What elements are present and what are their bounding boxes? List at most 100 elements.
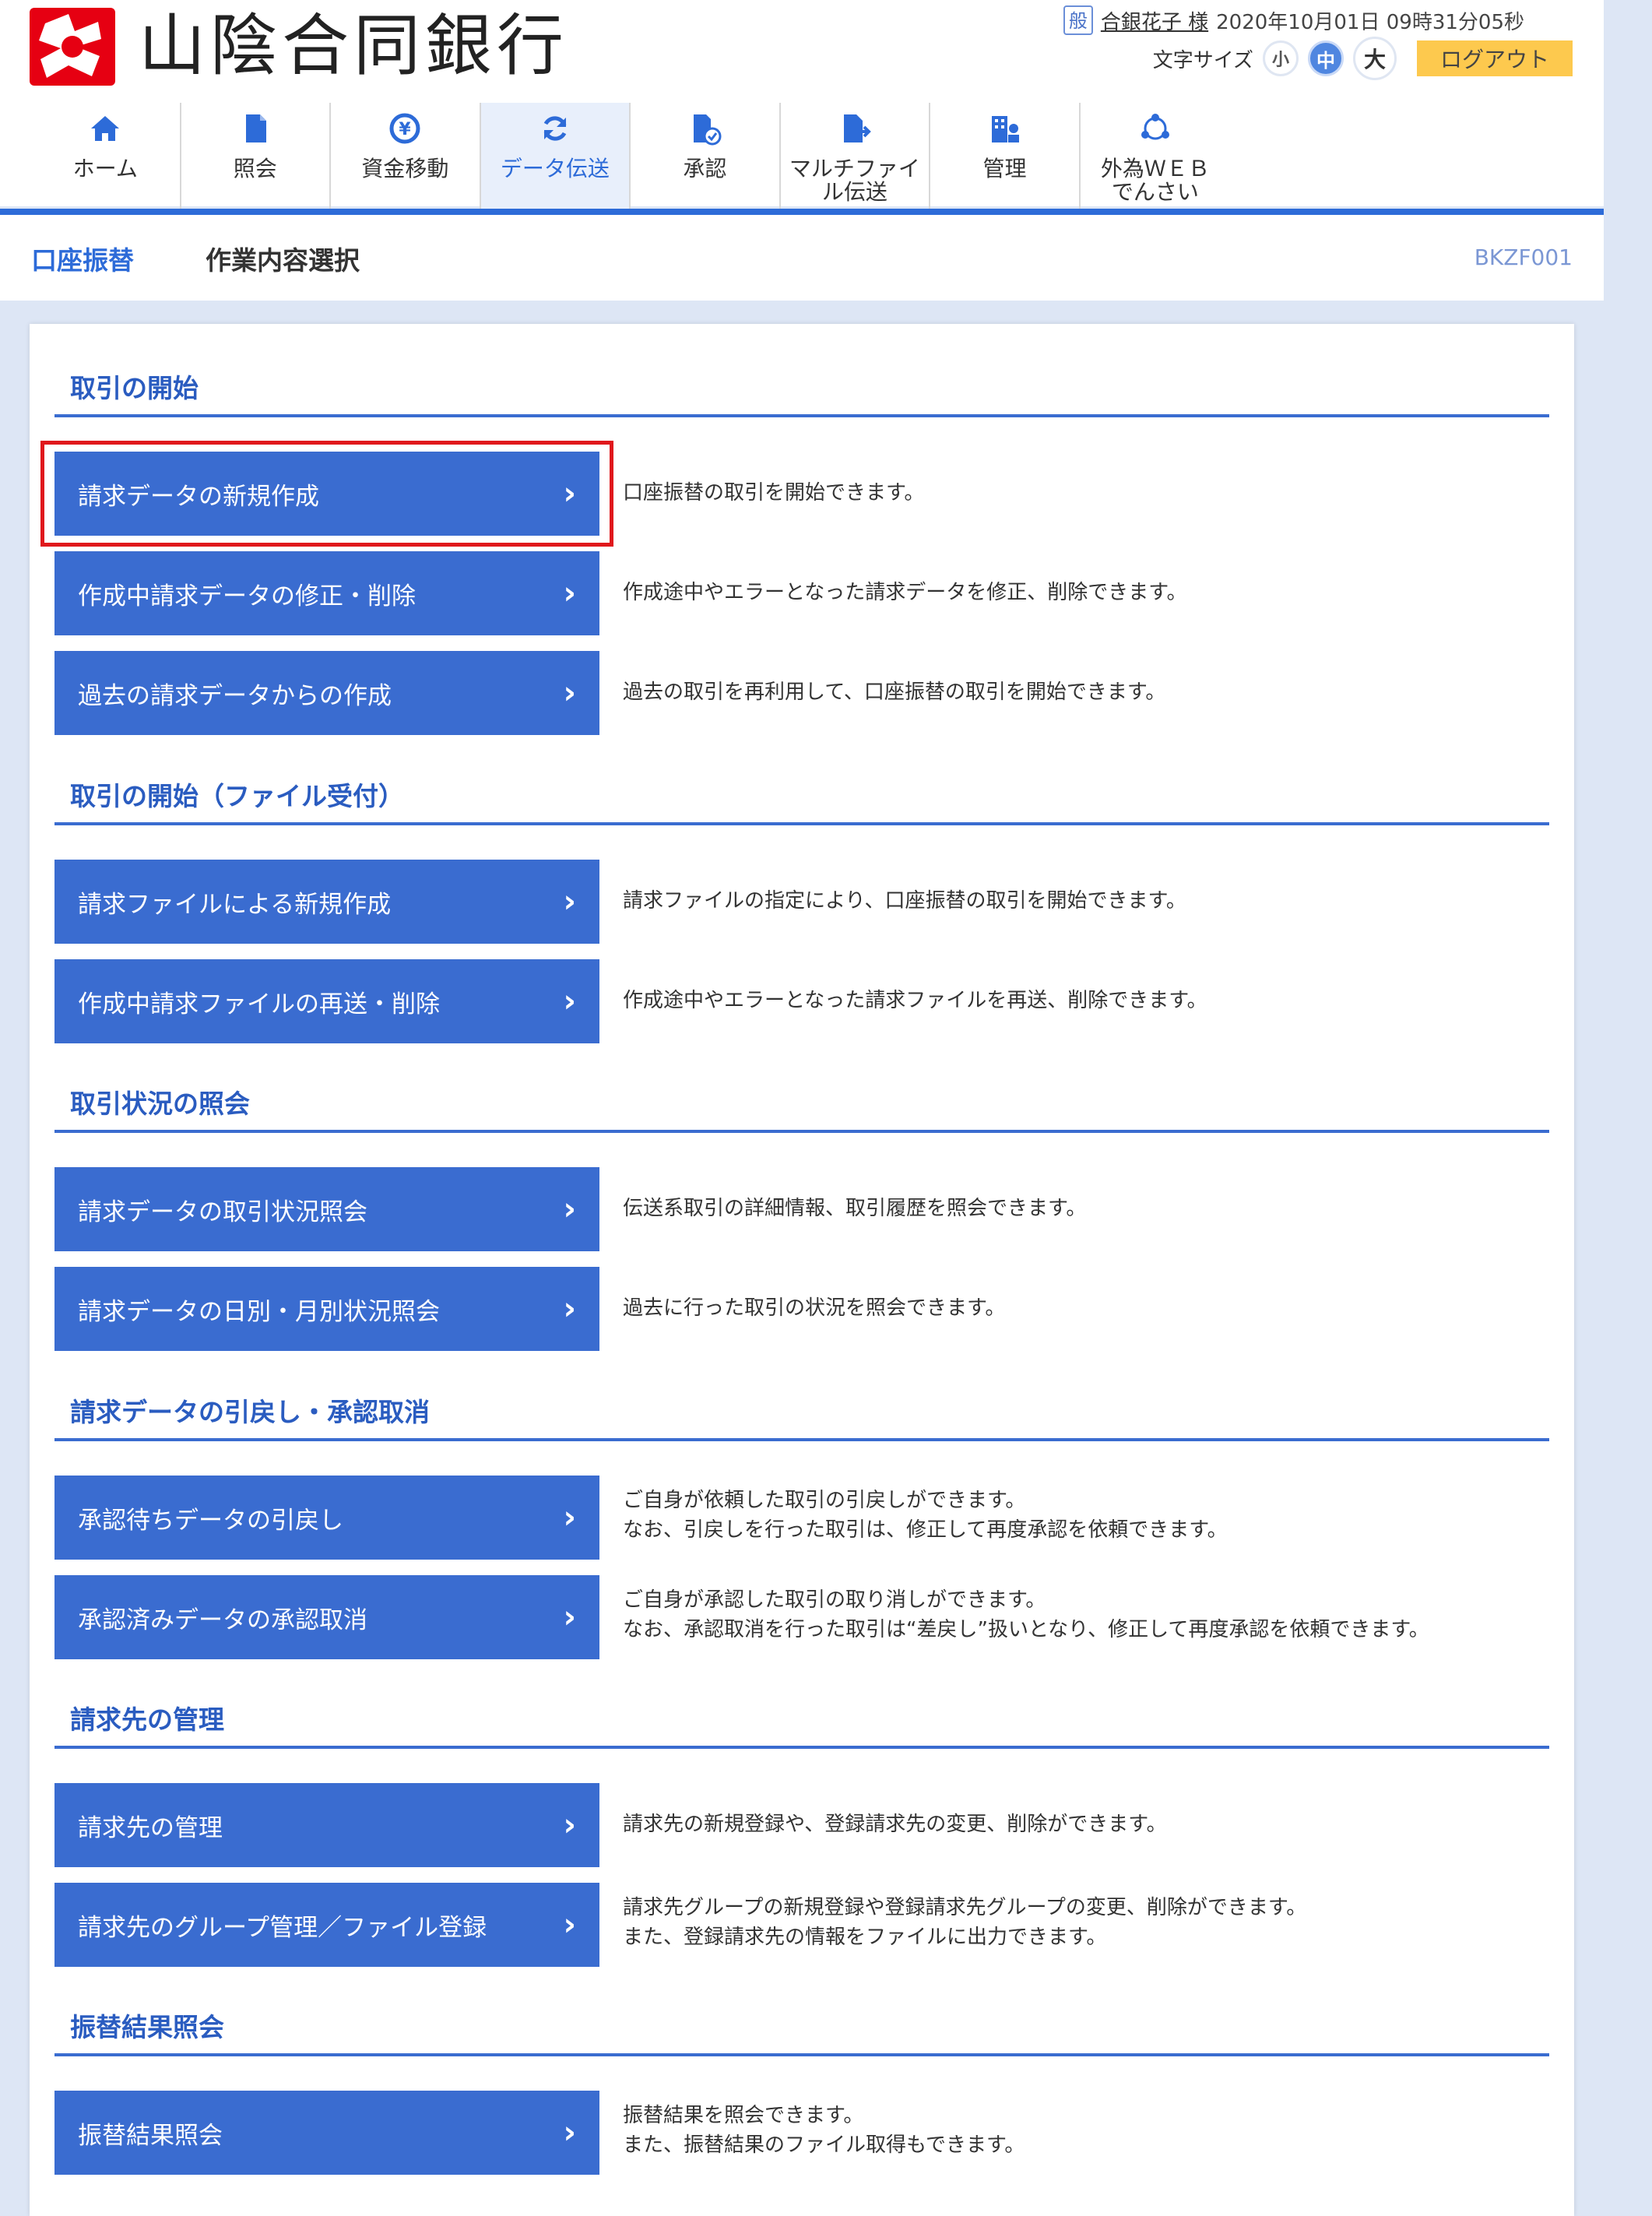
nav-divider <box>0 209 1604 215</box>
menu-panel: 取引の開始 請求データの新規作成 › 口座振替の取引を開始できます。 作成中請求デ… <box>30 324 1574 2216</box>
section-divider <box>54 1130 1549 1133</box>
screen-id: BKZF001 <box>1474 244 1573 270</box>
user-type-badge: 般 <box>1063 5 1093 35</box>
menu-description: 伝送系取引の詳細情報、取引履歴を照会できます。 <box>623 1194 1086 1223</box>
section-title: 取引状況の照会 <box>70 1089 250 1119</box>
breadcrumb-service: 口座振替 <box>31 245 134 276</box>
chevron-right-icon: › <box>563 476 576 512</box>
nav-label: 照会 <box>233 156 277 181</box>
approve-icon <box>687 111 722 146</box>
chevron-right-icon: › <box>563 1807 576 1843</box>
nav-approval[interactable]: 承認 <box>631 103 781 209</box>
desc-line: 口座振替の取引を開始できます。 <box>623 481 925 505</box>
chevron-right-icon: › <box>563 1500 576 1535</box>
section-divider <box>54 1746 1549 1749</box>
menu-button-label: 作成中請求データの修正・削除 <box>78 582 416 610</box>
section-title: 取引の開始 <box>70 373 199 403</box>
desc-line: 請求先の新規登録や、登録請求先の変更、削除ができます。 <box>623 1813 1167 1836</box>
desc-line: 作成途中やエラーとなった請求データを修正、削除できます。 <box>623 581 1187 604</box>
page-title: 作業内容選択 <box>206 245 360 276</box>
menu-button[interactable]: 過去の請求データからの作成 › <box>54 651 599 735</box>
nav-label: 資金移動 <box>361 156 449 181</box>
user-name-link[interactable]: 合銀花子 様 <box>1101 6 1208 35</box>
menu-description: 過去に行った取引の状況を照会できます。 <box>623 1293 1005 1323</box>
menu-button[interactable]: 請求データの新規作成 › <box>54 452 599 536</box>
svg-text:¥: ¥ <box>399 120 412 139</box>
font-size-medium-button[interactable]: 中 <box>1308 40 1344 76</box>
section-title: 取引の開始（ファイル受付） <box>70 781 404 811</box>
menu-button-label: 請求データの取引状況照会 <box>78 1198 367 1226</box>
menu-description: 作成途中やエラーとなった請求ファイルを再送、削除できます。 <box>623 986 1207 1015</box>
menu-button-label: 請求データの新規作成 <box>78 482 319 511</box>
document-icon <box>237 111 273 146</box>
bank-logo-icon <box>30 8 115 86</box>
nav-label: マルチファイル伝送 <box>789 156 920 205</box>
nav-inquiry[interactable]: 照会 <box>181 103 332 209</box>
section-divider <box>54 822 1549 825</box>
menu-button[interactable]: 請求ファイルによる新規作成 › <box>54 860 599 944</box>
menu-button[interactable]: 請求データの取引状況照会 › <box>54 1167 599 1251</box>
menu-description: 作成途中やエラーとなった請求データを修正、削除できます。 <box>623 578 1187 607</box>
nav-forex-densai[interactable]: 外為ＷＥＢでんさい <box>1081 103 1230 209</box>
login-datetime: 2020年10月01日 09時31分05秒 <box>1216 10 1524 34</box>
nav-label: 外為ＷＥＢでんさい <box>1100 156 1210 205</box>
menu-button-label: 請求先の管理 <box>78 1813 223 1842</box>
menu-description: 口座振替の取引を開始できます。 <box>623 478 924 508</box>
menu-button[interactable]: 承認待ちデータの引戻し › <box>54 1476 599 1560</box>
nav-multi-file[interactable]: マルチファイル伝送 <box>781 103 931 209</box>
section-title: 請求データの引戻し・承認取消 <box>70 1397 430 1427</box>
logout-button[interactable]: ログアウト <box>1417 40 1573 76</box>
desc-line: 過去に行った取引の状況を照会できます。 <box>623 1296 1006 1320</box>
chevron-right-icon: › <box>563 1599 576 1635</box>
menu-button-label: 作成中請求ファイルの再送・削除 <box>78 990 440 1018</box>
nav-label: データ伝送 <box>500 156 610 181</box>
menu-button-label: 請求ファイルによる新規作成 <box>78 890 392 919</box>
menu-button[interactable]: 承認済みデータの承認取消 › <box>54 1575 599 1659</box>
sync-icon <box>537 111 573 146</box>
menu-button[interactable]: 作成中請求ファイルの再送・削除 › <box>54 959 599 1043</box>
menu-button-label: 承認待ちデータの引戻し <box>78 1506 343 1535</box>
font-size-small-button[interactable]: 小 <box>1263 40 1299 76</box>
chevron-right-icon: › <box>563 1907 576 1943</box>
nav-label: 承認 <box>683 156 727 181</box>
menu-button[interactable]: 作成中請求データの修正・削除 › <box>54 551 599 635</box>
section-title: 振替結果照会 <box>70 2012 224 2042</box>
admin-icon <box>986 111 1022 146</box>
menu-button[interactable]: 請求データの日別・月別状況照会 › <box>54 1267 599 1351</box>
chevron-right-icon: › <box>563 1291 576 1327</box>
header: 山陰合同銀行 般 合銀花子 様 2020年10月01日 09時31分05秒 文字… <box>0 0 1604 209</box>
nav-admin[interactable]: 管理 <box>930 103 1081 209</box>
menu-button-label: 請求データの日別・月別状況照会 <box>78 1297 440 1326</box>
section-divider <box>54 1438 1549 1441</box>
section-title: 請求先の管理 <box>70 1704 224 1735</box>
desc-line: ご自身が承認した取引の取り消しができます。 <box>623 1588 1046 1612</box>
menu-button[interactable]: 請求先のグループ管理／ファイル登録 › <box>54 1883 599 1967</box>
menu-description: 請求ファイルの指定により、口座振替の取引を開始できます。 <box>623 886 1186 916</box>
menu-description: 過去の取引を再利用して、口座振替の取引を開始できます。 <box>623 677 1165 707</box>
chevron-right-icon: › <box>563 2115 576 2151</box>
nav-label: ホーム <box>72 156 138 181</box>
chevron-right-icon: › <box>563 675 576 711</box>
desc-line: 作成途中やエラーとなった請求ファイルを再送、削除できます。 <box>623 989 1207 1012</box>
font-size-large-button[interactable]: 大 <box>1353 37 1397 80</box>
menu-button-label: 過去の請求データからの作成 <box>78 681 392 710</box>
chevron-right-icon: › <box>563 1191 576 1227</box>
nav-home[interactable]: ホーム <box>31 103 181 209</box>
menu-button[interactable]: 振替結果照会 › <box>54 2091 599 2175</box>
bank-name: 山陰合同銀行 <box>139 7 568 85</box>
menu-description: ご自身が承認した取引の取り消しができます。 なお、承認取消を行った取引は“差戻し… <box>623 1585 1429 1644</box>
yen-transfer-icon: ¥ <box>387 111 423 146</box>
network-icon <box>1137 111 1173 146</box>
menu-description: 請求先グループの新規登録や登録請求先グループの変更、削除ができます。 また、登録… <box>623 1893 1306 1952</box>
home-icon <box>87 111 123 146</box>
desc-line: 請求ファイルの指定により、口座振替の取引を開始できます。 <box>623 889 1186 913</box>
menu-button[interactable]: 請求先の管理 › <box>54 1783 599 1867</box>
nav-fund-transfer[interactable]: ¥ 資金移動 <box>331 103 481 209</box>
menu-button-label: 請求先のグループ管理／ファイル登録 <box>78 1913 487 1942</box>
nav-label: 管理 <box>982 156 1027 181</box>
section-divider <box>54 414 1549 417</box>
menu-description: 振替結果を照会できます。 また、振替結果のファイル取得もできます。 <box>623 2101 1025 2160</box>
user-info-bar: 般 合銀花子 様 2020年10月01日 09時31分05秒 <box>1063 5 1524 36</box>
desc-line: また、振替結果のファイル取得もできます。 <box>623 2133 1025 2157</box>
nav-data-transmission[interactable]: データ伝送 <box>480 103 631 209</box>
